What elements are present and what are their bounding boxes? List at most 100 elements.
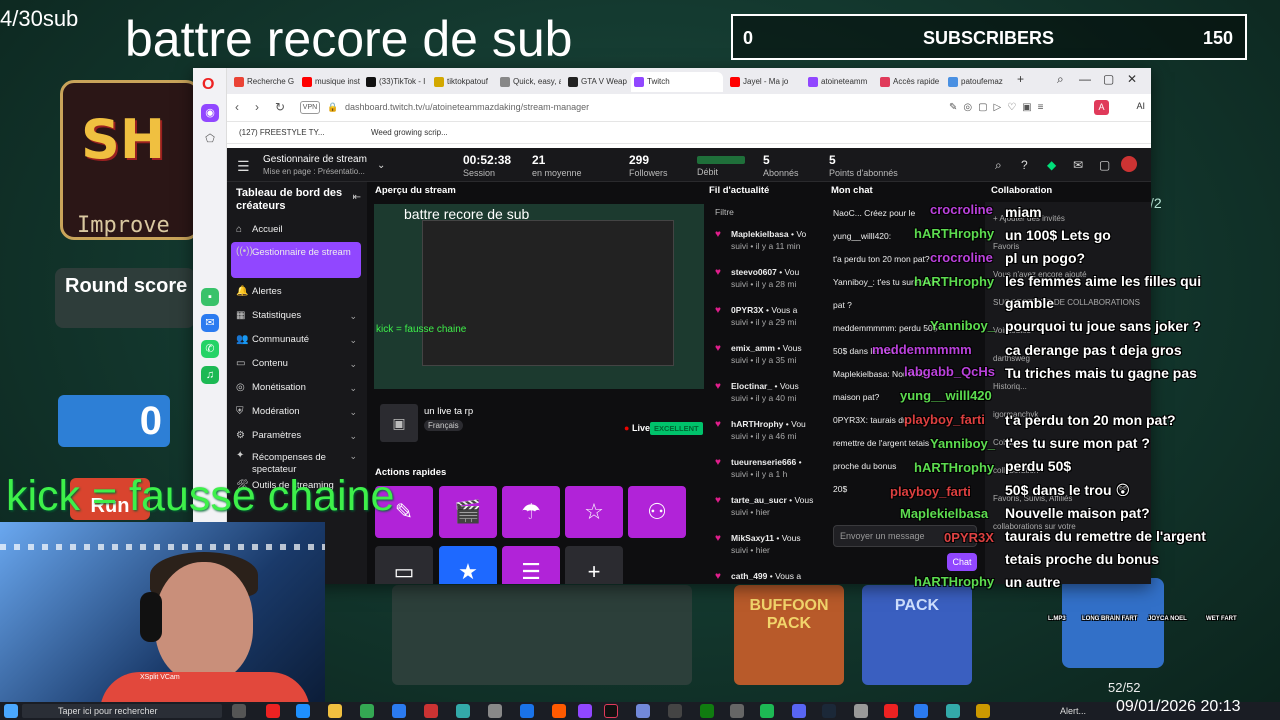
- highlight-button[interactable]: ☆: [565, 486, 623, 538]
- feed-item[interactable]: ♥ hARTHrophy • Vou suivi • il y a 46 mi: [711, 418, 821, 442]
- chevron-down-icon[interactable]: ⌄: [349, 330, 357, 350]
- steam-icon[interactable]: [822, 704, 836, 718]
- url-field[interactable]: dashboard.twitch.tv/u/atoineteammazdakin…: [345, 102, 589, 112]
- opera-logo-icon[interactable]: O: [202, 76, 214, 94]
- browser-tab[interactable]: (33)TikTok - I: [363, 72, 427, 92]
- app-icon[interactable]: [884, 704, 898, 718]
- notifications-icon[interactable]: ▢: [1099, 158, 1110, 172]
- search-tabs-icon[interactable]: ⌕: [1057, 72, 1064, 87]
- spotify-taskbar-icon[interactable]: [760, 704, 774, 718]
- crown-icon[interactable]: ◆: [1047, 158, 1056, 172]
- tray-alert[interactable]: Alert...: [1060, 706, 1086, 716]
- folder-icon[interactable]: [328, 704, 342, 718]
- vpn-badge[interactable]: VPN: [300, 101, 320, 114]
- messenger-icon[interactable]: ✉: [201, 314, 219, 332]
- maximize-icon[interactable]: ▢: [1103, 72, 1114, 86]
- nav-item[interactable]: ◎ Monétisation ⌄: [231, 378, 361, 398]
- category-thumbnail[interactable]: ▣: [380, 404, 418, 442]
- taskbar-search[interactable]: Taper ici pour rechercher: [22, 704, 222, 718]
- xbox-icon[interactable]: [700, 704, 714, 718]
- star-button[interactable]: ★: [439, 546, 497, 584]
- back-icon[interactable]: ‹: [235, 100, 239, 114]
- user-avatar[interactable]: [1121, 156, 1137, 172]
- add-user-button[interactable]: ⚇: [628, 486, 686, 538]
- panel-collab-head[interactable]: Collaboration: [991, 182, 1052, 200]
- profile-avatar[interactable]: A: [1094, 100, 1109, 115]
- app-icon[interactable]: [668, 704, 682, 718]
- browser-tab[interactable]: GTA V Weap: [565, 72, 629, 92]
- stream-preview[interactable]: battre recore de sub kick = fausse chain…: [374, 204, 704, 389]
- chevron-down-icon[interactable]: ⌄: [349, 450, 357, 462]
- browser-tab[interactable]: musique inst: [299, 72, 363, 92]
- collapse-icon[interactable]: ⇤: [353, 192, 361, 203]
- reload-icon[interactable]: ↻: [275, 100, 285, 114]
- browser-tab[interactable]: Quick, easy, a: [497, 72, 561, 92]
- app-icon[interactable]: [914, 704, 928, 718]
- nav-item[interactable]: ((•)) Gestionnaire de stream: [231, 242, 361, 278]
- browser-tab[interactable]: Recherche G: [231, 72, 295, 92]
- app-icon[interactable]: [854, 704, 868, 718]
- bookmark-item[interactable]: (127) FREESTYLE TY...: [239, 128, 325, 137]
- chevron-down-icon[interactable]: ⌄: [377, 160, 385, 171]
- app-icon[interactable]: [636, 704, 650, 718]
- close-icon[interactable]: ✕: [1127, 72, 1137, 86]
- opera-taskbar-icon[interactable]: [266, 704, 280, 718]
- pack-card[interactable]: PACK: [862, 585, 972, 685]
- layout-button[interactable]: ☰: [502, 546, 560, 584]
- feed-item[interactable]: ♥ Maplekielbasa • Vo suivi • il y a 11 min: [711, 228, 821, 252]
- feed-item[interactable]: ♥ cath_499 • Vous a: [711, 570, 821, 582]
- chevron-down-icon[interactable]: ⌄: [349, 426, 357, 446]
- edge-icon[interactable]: [296, 704, 310, 718]
- search-icon[interactable]: ⌕: [995, 158, 1002, 173]
- browser-tab[interactable]: tiktokpatouf: [431, 72, 495, 92]
- feed-item[interactable]: ♥ Eloctinar_ • Vous suivi • il y a 40 mi: [711, 380, 821, 404]
- nav-item[interactable]: ▭ Contenu ⌄: [231, 354, 361, 374]
- app-icon[interactable]: [456, 704, 470, 718]
- chevron-down-icon[interactable]: ⌄: [349, 402, 357, 422]
- layout-selector[interactable]: Mise en page : Présentatio...: [263, 167, 365, 176]
- app-icon[interactable]: [424, 704, 438, 718]
- chevron-down-icon[interactable]: ⌄: [349, 306, 357, 326]
- feed-filter[interactable]: Filtre: [711, 206, 821, 218]
- browser-tab[interactable]: atoineteamm: [805, 72, 869, 92]
- clip-button[interactable]: 🎬: [439, 486, 497, 538]
- raid-button[interactable]: ☂: [502, 486, 560, 538]
- nav-item[interactable]: ▦ Statistiques ⌄: [231, 306, 361, 326]
- help-icon[interactable]: ?: [1021, 158, 1028, 172]
- panel-feed-head[interactable]: Fil d'actualité: [709, 182, 769, 200]
- toolbar-icons[interactable]: ✎◎▢▷♡▣≡: [949, 102, 1050, 113]
- new-tab-icon[interactable]: +: [1017, 72, 1024, 86]
- panel-chat-head[interactable]: Mon chat: [831, 182, 873, 200]
- chat-send-button[interactable]: Chat: [947, 553, 977, 571]
- app-icon[interactable]: [392, 704, 406, 718]
- chevron-down-icon[interactable]: ⌄: [349, 378, 357, 398]
- inbox-icon[interactable]: ✉: [1073, 158, 1083, 172]
- app-icon[interactable]: [730, 704, 744, 718]
- browser-tab[interactable]: Accès rapide: [877, 72, 941, 92]
- feed-item[interactable]: ♥ emix_amm • Vous suivi • il y a 35 mi: [711, 342, 821, 366]
- spotify-icon[interactable]: ♫: [201, 366, 219, 384]
- nav-item[interactable]: 👥 Communauté ⌄: [231, 330, 361, 350]
- nav-item[interactable]: ⛨ Modération ⌄: [231, 402, 361, 422]
- app-icon[interactable]: [792, 704, 806, 718]
- browser-tab[interactable]: patoufemaz: [945, 72, 1009, 92]
- panel-preview-head[interactable]: Aperçu du stream: [375, 182, 456, 200]
- menu-icon[interactable]: ☰: [237, 158, 250, 175]
- taskview-icon[interactable]: [232, 704, 246, 718]
- feed-item[interactable]: ♥ tarte_au_sucr • Vous suivi • hier: [711, 494, 821, 518]
- nav-item[interactable]: ⚙ Paramètres ⌄: [231, 426, 361, 446]
- nav-item[interactable]: ⌂ Accueil: [231, 220, 361, 240]
- chrome-icon[interactable]: [360, 704, 374, 718]
- whatsapp-icon[interactable]: ✆: [201, 340, 219, 358]
- nav-item[interactable]: 🔔 Alertes: [231, 282, 361, 302]
- ai-button[interactable]: AI: [1136, 101, 1145, 111]
- bookmark-item[interactable]: Weed growing scrip...: [371, 128, 448, 137]
- app-icon[interactable]: ▪: [201, 288, 219, 306]
- browser-tab[interactable]: Twitch: [631, 72, 723, 92]
- app-icon[interactable]: [520, 704, 534, 718]
- feed-item[interactable]: ♥ 0PYR3X • Vous a suivi • il y a 29 mi: [711, 304, 821, 328]
- minimize-icon[interactable]: —: [1079, 72, 1091, 86]
- app-icon[interactable]: [552, 704, 566, 718]
- buffoon-pack[interactable]: BUFFOON PACK: [734, 585, 844, 685]
- feed-item[interactable]: ♥ tueurenserie666 • suivi • il y a 1 h: [711, 456, 821, 480]
